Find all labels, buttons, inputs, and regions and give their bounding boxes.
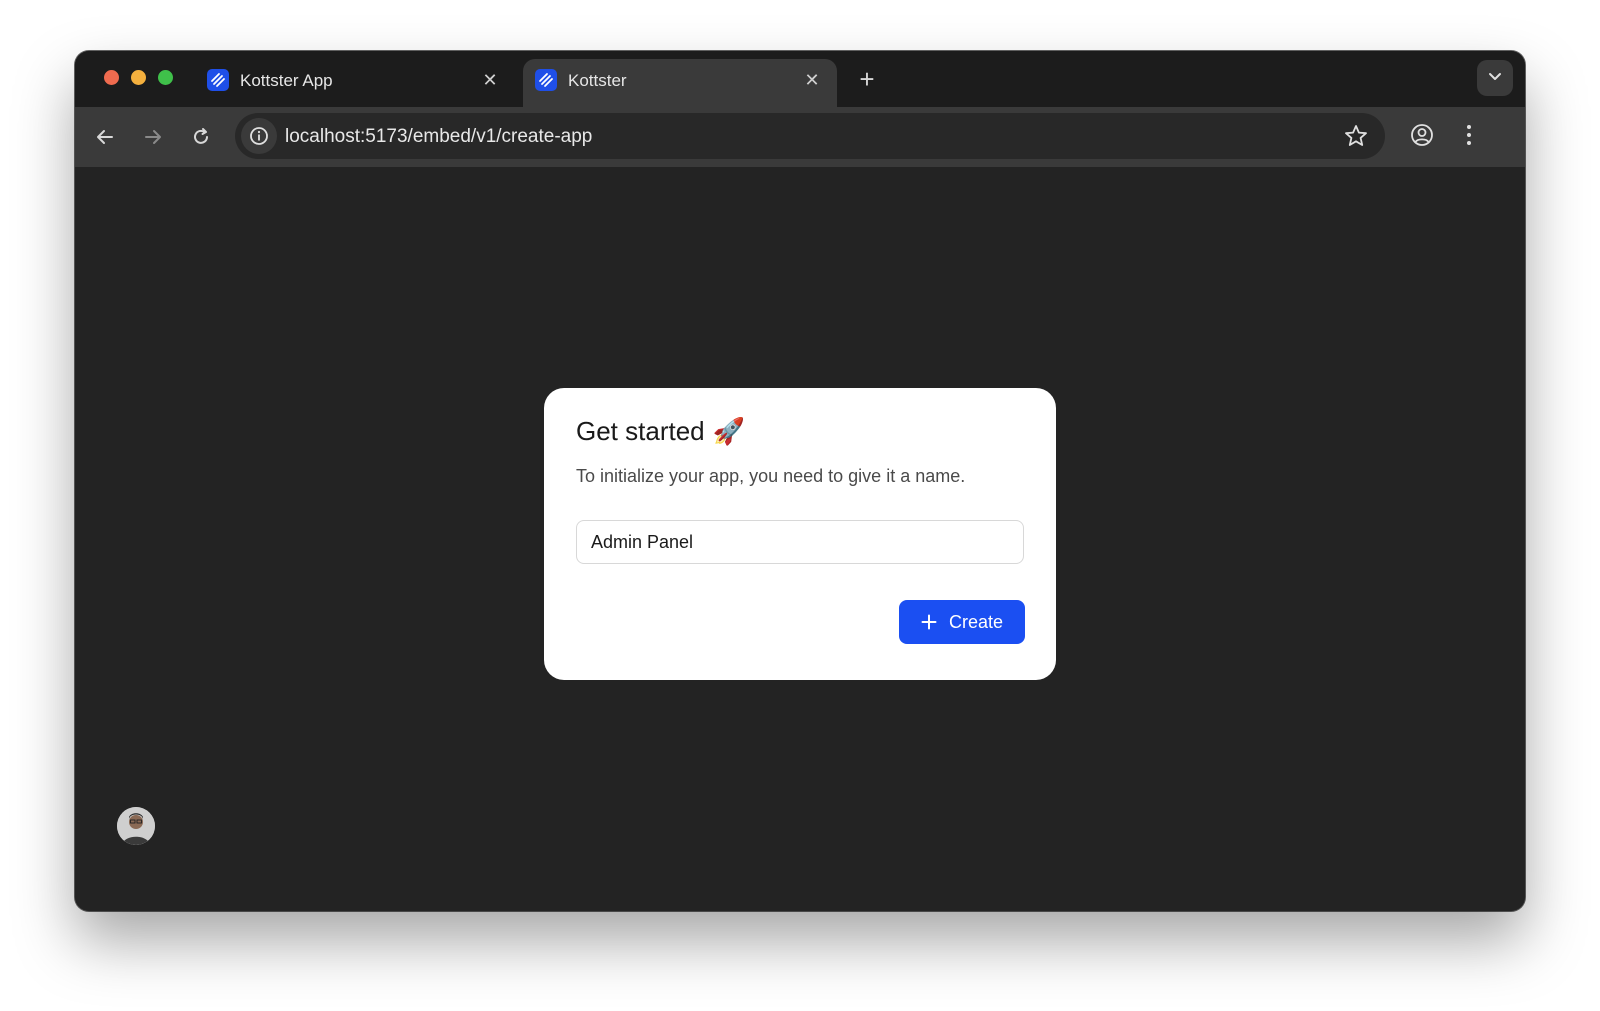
window-maximize-button[interactable] <box>158 70 173 85</box>
forward-button[interactable] <box>137 121 169 153</box>
menu-button[interactable] <box>1453 119 1485 151</box>
plus-icon <box>921 614 937 630</box>
address-bar[interactable]: localhost:5173/embed/v1/create-app <box>235 113 1385 159</box>
page-viewport: Get started 🚀 To initialize your app, yo… <box>75 167 1525 911</box>
browser-toolbar: localhost:5173/embed/v1/create-app <box>75 107 1525 167</box>
browser-window: Kottster App ✕ Kottster ✕ + localhost:51… <box>75 51 1525 911</box>
reload-button[interactable] <box>185 121 217 153</box>
chevron-down-icon <box>1489 73 1501 80</box>
kottster-logo-icon <box>207 69 229 91</box>
arrow-left-icon <box>97 130 113 144</box>
url-text[interactable]: localhost:5173/embed/v1/create-app <box>285 126 592 148</box>
card-description: To initialize your app, you need to give… <box>576 466 966 486</box>
tab-kottster[interactable]: Kottster ✕ <box>523 59 837 107</box>
tab-title: Kottster <box>568 71 627 90</box>
close-icon[interactable]: ✕ <box>479 69 501 91</box>
card-title-text: Get started <box>576 416 705 446</box>
window-close-button[interactable] <box>104 70 119 85</box>
info-icon <box>250 127 268 145</box>
tab-title: Kottster App <box>240 71 333 90</box>
create-app-card: Get started 🚀 To initialize your app, yo… <box>544 388 1056 680</box>
back-button[interactable] <box>89 121 121 153</box>
user-avatar-icon <box>117 807 155 845</box>
app-name-input[interactable] <box>576 520 1024 564</box>
tab-strip: Kottster App ✕ Kottster ✕ + <box>75 51 1525 107</box>
tab-kottster-app[interactable]: Kottster App ✕ <box>195 59 515 107</box>
bookmark-button[interactable] <box>1343 123 1369 149</box>
kottster-logo-icon <box>535 69 557 91</box>
avatar[interactable] <box>117 807 155 845</box>
tab-search-button[interactable] <box>1477 60 1513 96</box>
profile-button[interactable] <box>1406 119 1438 151</box>
new-tab-button[interactable]: + <box>853 65 881 93</box>
star-icon <box>1345 125 1367 146</box>
kebab-menu-icon <box>1467 125 1471 145</box>
close-icon[interactable]: ✕ <box>801 69 823 91</box>
card-title: Get started 🚀 <box>576 416 745 447</box>
create-button-label: Create <box>948 611 1004 632</box>
rocket-icon: 🚀 <box>712 416 745 446</box>
arrow-right-icon <box>145 130 161 144</box>
site-info-button[interactable] <box>241 118 277 154</box>
create-button[interactable]: Create <box>899 600 1025 644</box>
window-minimize-button[interactable] <box>131 70 146 85</box>
reload-icon <box>194 128 208 144</box>
profile-icon <box>1411 124 1433 146</box>
